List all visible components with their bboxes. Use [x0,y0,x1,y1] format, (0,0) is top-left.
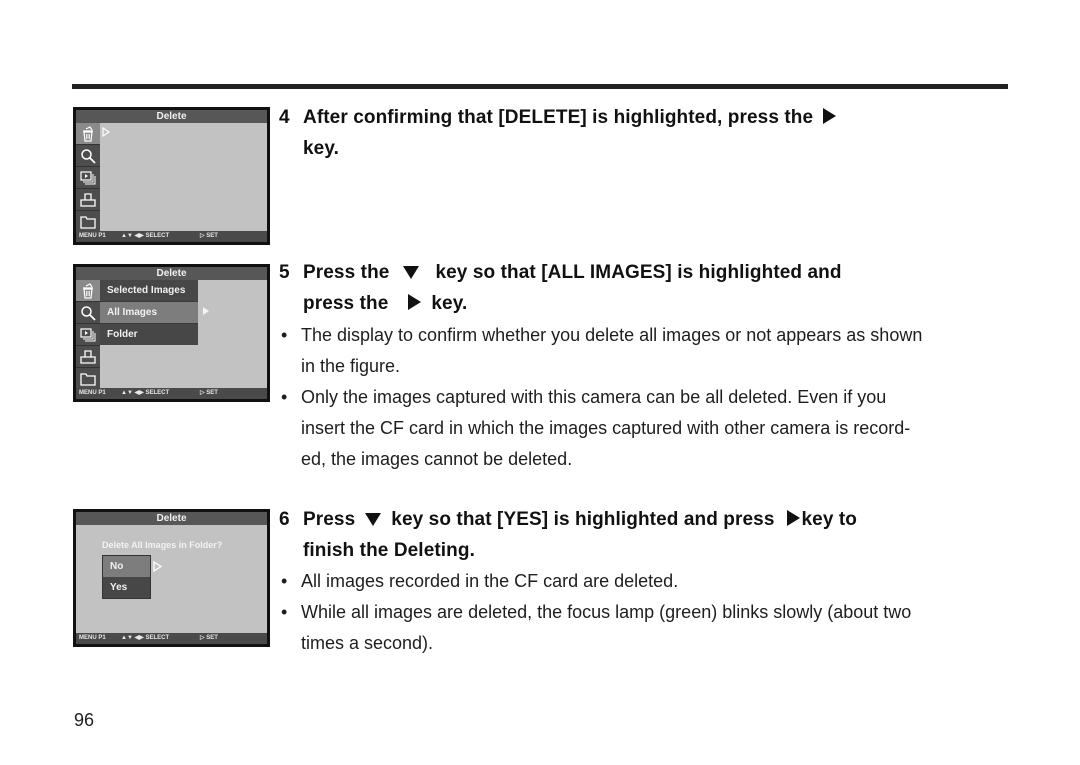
down-key-icon [365,513,382,526]
delete-submenu: Selected Images All Images Folder [100,280,198,345]
step-text: key. [431,293,468,314]
step-number: 6 [279,509,290,530]
slideshow-icon [76,167,100,189]
delete-icon [76,280,100,302]
step-4: 4 After confirming that [DELETE] is highl… [279,102,840,164]
screen-sidebar [76,280,100,388]
step-number: 4 [279,107,290,128]
footer-select-label: ▲▼ ◀▶ SELECT [121,635,170,641]
bullet-text: insert the CF card in which the images c… [301,418,911,438]
camera-screen-delete-submenu: Delete Selected Images All Images Folder [73,264,270,402]
print-icon [76,189,100,211]
step-text: After confirming that [DELETE] is highli… [303,107,814,128]
footer-set-label: ▷ SET [200,233,218,239]
folder-icon [76,368,100,389]
camera-screen-delete-confirm: Delete Delete All Images in Folder? No Y… [73,509,270,647]
bullet-text: Only the images captured with this camer… [301,387,887,407]
screen-footer: MENU P1 ▲▼ ◀▶ SELECT ▷ SET [76,388,267,399]
footer-select-label: ▲▼ ◀▶ SELECT [121,390,170,396]
option-yes[interactable]: Yes [103,577,150,598]
footer-menu-label: MENU P1 [79,233,106,239]
camera-screen-delete-menu: Delete MENU P1 ▲▼ ◀▶ SELECT ▷ SET [73,107,270,245]
screen-sidebar [76,123,100,231]
step-text: key so that [YES] is highlighted and pre… [391,509,775,530]
menu-item-folder[interactable]: Folder [100,324,198,345]
step-text: key so that [ALL IMAGES] is highlighted … [435,262,842,283]
footer-menu-label: MENU P1 [79,635,106,641]
bullet-text: The display to confirm whether you delet… [301,325,923,345]
bullet: • [281,325,288,345]
step-6: 6 Press key so that [YES] is highlighted a… [279,504,857,566]
bullet-text: ed, the images cannot be deleted. [301,449,573,469]
screen-footer: MENU P1 ▲▼ ◀▶ SELECT ▷ SET [76,231,267,242]
step-6-bullet-1: • All images recorded in the CF card are … [281,566,678,597]
step-text: key. [303,138,339,159]
menu-item-all-images[interactable]: All Images [100,302,198,324]
slideshow-icon [76,324,100,346]
step-text: press the [303,293,389,314]
screen-title: Delete [76,512,267,525]
step-text: key to [801,509,858,530]
bullet-text: All images recorded in the CF card are d… [301,571,679,591]
step-text: Press [303,509,356,530]
confirm-prompt: Delete All Images in Folder? [102,540,223,550]
page-number: 96 [74,710,95,730]
step-5-bullet-1: • The display to confirm whether you dele… [281,320,922,382]
screen-title: Delete [76,267,267,280]
step-text: Press the [303,262,390,283]
folder-icon [76,211,100,232]
bullet: • [281,387,288,407]
down-key-icon [403,266,420,279]
cursor-arrow-icon [153,561,162,572]
right-key-icon [786,510,800,526]
print-icon [76,346,100,368]
menu-item-selected-images[interactable]: Selected Images [100,280,198,302]
bullet-text: While all images are deleted, the focus … [301,602,912,622]
screen-footer: MENU P1 ▲▼ ◀▶ SELECT ▷ SET [76,633,267,644]
step-6-bullet-2: • While all images are deleted, the focus… [281,597,911,659]
step-number: 5 [279,262,290,283]
right-key-icon [408,294,422,310]
footer-menu-label: MENU P1 [79,390,106,396]
option-no[interactable]: No [103,556,150,577]
step-text: finish the Deleting. [303,540,475,561]
screen-title: Delete [76,110,267,123]
confirm-options: No Yes [102,555,151,599]
footer-set-label: ▷ SET [200,635,218,641]
footer-set-label: ▷ SET [200,390,218,396]
bullet-text: times a second). [301,633,434,653]
magnify-icon [76,145,100,167]
bullet-text: in the figure. [301,356,401,376]
step-5-bullet-2: • Only the images captured with this came… [281,382,910,475]
magnify-icon [76,302,100,324]
cursor-arrow-icon [203,307,209,315]
cursor-arrow-icon [102,127,110,137]
bullet: • [281,602,288,622]
footer-select-label: ▲▼ ◀▶ SELECT [121,233,170,239]
step-5: 5 Press the key so that [ALL IMAGES] is hi… [279,257,842,319]
bullet: • [281,571,288,591]
header-rule [72,84,1008,89]
delete-icon [76,123,100,145]
right-key-icon [823,108,837,124]
